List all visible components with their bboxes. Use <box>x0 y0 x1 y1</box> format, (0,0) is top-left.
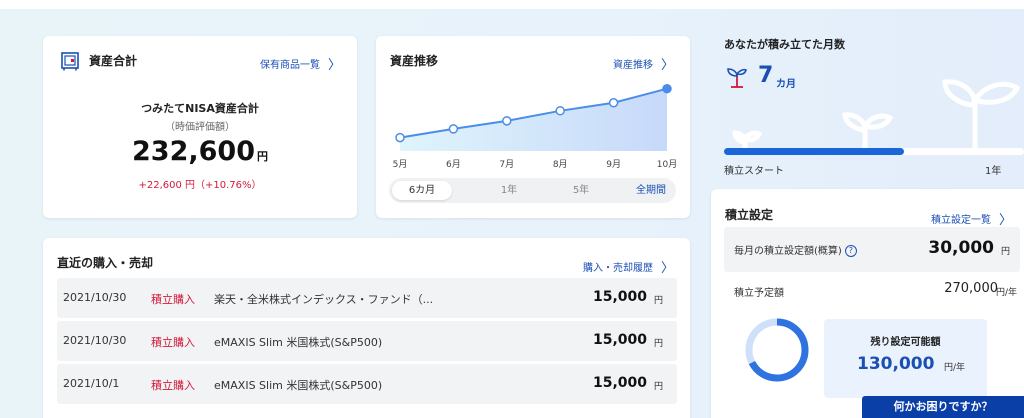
trend-point <box>555 106 565 116</box>
safe-icon <box>61 52 79 71</box>
monthly-label: 毎月の積立設定額(概算)? <box>734 242 857 258</box>
settings-list-link[interactable]: 積立設定一覧〉 <box>931 208 1013 228</box>
recent-transactions-card: 直近の購入・売却 購入・売却履歴〉 2021/10/30 積立購入 楽天・全米株… <box>43 238 690 418</box>
settings-card: 積立設定 積立設定一覧〉 毎月の積立設定額(概算)? 30,000 円 積立予定… <box>711 189 1024 418</box>
x-tick-label: 5月 <box>393 159 408 170</box>
chevron-right-icon: 〉 <box>327 58 341 73</box>
tab-5-years[interactable]: 5年 <box>551 181 611 200</box>
trend-point <box>395 132 405 143</box>
row-date: 2021/10/1 <box>63 377 120 390</box>
top-bar <box>0 0 1024 9</box>
asset-title: 資産合計 <box>89 54 138 68</box>
row-fund: eMAXIS Slim 米国株式(S&P500) <box>214 379 383 392</box>
row-amount: 15,000 <box>592 332 647 348</box>
asset-subtitle: つみたてNISA資産合計 <box>141 102 259 115</box>
transaction-row[interactable]: 2021/10/1 積立購入 eMAXIS Slim 米国株式(S&P500) … <box>57 364 677 404</box>
sprout-decoration <box>732 79 1021 155</box>
plan-value: 270,000 <box>944 281 998 296</box>
progress-start-label: 積立スタート <box>724 166 784 177</box>
row-date: 2021/10/30 <box>63 291 127 304</box>
plan-unit: 円/年 <box>995 288 1017 298</box>
row-yen: 円 <box>653 382 663 392</box>
row-fund: eMAXIS Slim 米国株式(S&P500) <box>214 336 383 349</box>
trend-point <box>502 116 512 126</box>
transaction-row[interactable]: 2021/10/30 積立購入 楽天・全米株式インデックス・ファンド（... 1… <box>57 278 677 318</box>
settings-title: 積立設定 <box>725 208 774 222</box>
transaction-row[interactable]: 2021/10/30 積立購入 eMAXIS Slim 米国株式(S&P500)… <box>57 321 677 361</box>
trend-area <box>400 88 667 151</box>
months-progress-bar <box>724 148 1024 155</box>
settings-list-link-label: 積立設定一覧 <box>931 215 991 226</box>
holdings-list-link[interactable]: 保有商品一覧〉 <box>259 53 341 73</box>
question-icon[interactable]: ? <box>844 245 857 257</box>
x-tick-label: 6月 <box>446 159 461 170</box>
row-amount: 15,000 <box>592 375 647 391</box>
x-tick-label: 10月 <box>657 159 677 170</box>
period-tabs: 6カ月 1年 5年 全期間 <box>389 178 676 203</box>
asset-amount: 232,600 円 <box>43 136 357 167</box>
row-type: 積立購入 <box>151 293 195 306</box>
asset-amount-yen: 円 <box>256 150 268 163</box>
row-date: 2021/10/30 <box>63 334 127 347</box>
monthly-label-text: 毎月の積立設定額(概算) <box>734 246 842 257</box>
plan-label: 積立予定額 <box>734 288 784 299</box>
x-tick-label: 9月 <box>606 159 621 170</box>
holdings-list-link-label: 保有商品一覧 <box>259 60 320 71</box>
asset-trend-card: 資産推移 資産推移〉 5月 6月 7月 8月 9月 10月 6カ月 1年 5年 全期間 <box>376 36 690 218</box>
chevron-right-icon: 〉 <box>660 58 674 73</box>
progress-fill <box>724 148 904 155</box>
chevron-right-icon: 〉 <box>999 213 1013 228</box>
history-link-label: 購入・売却履歴 <box>582 263 653 274</box>
row-amount: 15,000 <box>592 289 647 305</box>
row-type: 積立購入 <box>151 336 195 349</box>
remaining-unit: 円/年 <box>944 363 966 373</box>
remaining-label: 残り設定可能額 <box>870 337 941 348</box>
asset-amount-value: 232,600 <box>132 136 255 167</box>
row-yen: 円 <box>653 296 663 306</box>
asset-total-card: 資産合計 保有商品一覧〉 つみたてNISA資産合計 （時価評価額） 232,60… <box>43 36 357 218</box>
usage-donut <box>745 318 809 382</box>
monthly-setting-box: 毎月の積立設定額(概算)? 30,000 円 <box>724 227 1020 272</box>
row-fund: 楽天・全米株式インデックス・ファンド（... <box>214 293 434 306</box>
progress-end-label: 1年 <box>985 166 1002 177</box>
monthly-value: 30,000 <box>928 238 994 258</box>
trend-point <box>608 98 619 108</box>
row-yen: 円 <box>653 339 663 349</box>
trend-link[interactable]: 資産推移〉 <box>612 53 674 73</box>
asset-gain: +22,600 円（+10.76%） <box>138 180 262 191</box>
history-link[interactable]: 購入・売却履歴〉 <box>582 256 674 276</box>
asset-note: （時価評価額） <box>165 122 235 133</box>
help-button[interactable]: 何かお困りですか？ <box>862 396 1024 418</box>
tab-1-year[interactable]: 1年 <box>479 181 539 200</box>
trend-point <box>662 83 672 94</box>
x-tick-label: 7月 <box>499 159 514 170</box>
recent-title: 直近の購入・売却 <box>57 256 154 270</box>
remaining-box: 残り設定可能額 130,000 円/年 <box>824 319 987 398</box>
months-title: あなたが積み立てた月数 <box>724 38 845 51</box>
trend-point <box>448 124 459 134</box>
remaining-value: 130,000 <box>857 354 935 374</box>
trend-link-label: 資産推移 <box>612 60 653 71</box>
row-type: 積立購入 <box>151 379 195 392</box>
tab-6-months[interactable]: 6カ月 <box>392 181 452 200</box>
tab-all-period[interactable]: 全期間 <box>621 181 681 200</box>
monthly-yen: 円 <box>1000 247 1010 257</box>
x-tick-label: 8月 <box>553 159 568 170</box>
trend-title: 資産推移 <box>390 54 439 68</box>
chevron-right-icon: 〉 <box>660 261 674 276</box>
